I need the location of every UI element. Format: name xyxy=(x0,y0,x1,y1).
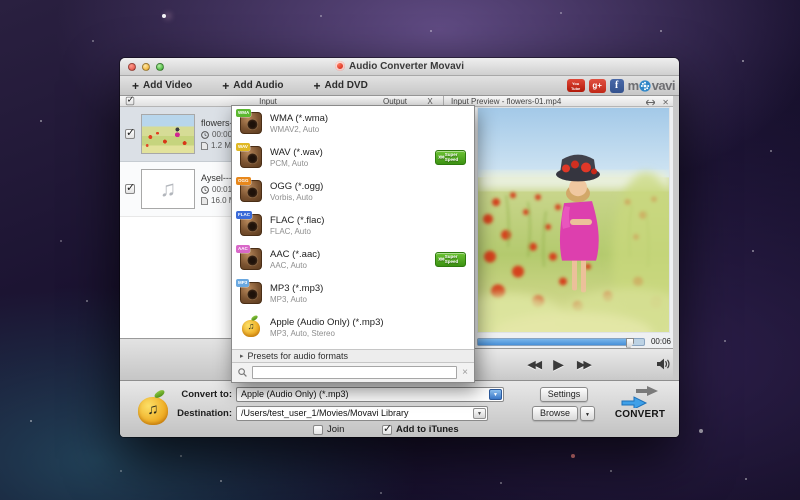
toolbar: + Add Video + Add Audio + Add DVD YouTub… xyxy=(120,76,679,96)
seek-bar[interactable] xyxy=(477,338,645,346)
chevron-down-icon: ▼ xyxy=(493,392,498,398)
audio-thumbnail: ♫ xyxy=(141,169,195,209)
search-icon xyxy=(238,368,247,377)
undock-icon[interactable] xyxy=(646,99,655,106)
convert-to-label: Convert to: xyxy=(158,389,232,400)
add-audio-button[interactable]: + Add Audio xyxy=(222,80,283,91)
audio-format-icon: FLAC xyxy=(240,214,262,236)
preset-search-row: × xyxy=(232,363,474,382)
clock-icon xyxy=(201,131,209,139)
rewind-button[interactable]: ◀◀ xyxy=(527,358,540,371)
playhead[interactable] xyxy=(626,338,634,348)
plus-icon: + xyxy=(132,81,139,91)
chevron-down-icon: ▼ xyxy=(477,411,482,417)
convert-to-field[interactable]: Apple (Audio Only) (*.mp3) ▼ xyxy=(236,387,504,402)
playback-timeline: 00:06 xyxy=(477,335,671,348)
window-title: Audio Converter Movavi xyxy=(120,61,679,72)
format-option-flac[interactable]: FLAC FLAC (*.flac)FLAC, Auto xyxy=(232,208,474,242)
desktop: Audio Converter Movavi + Add Video + Add… xyxy=(0,0,800,500)
format-option-apple-audio[interactable]: ♫ Apple (Audio Only) (*.mp3)MP3, Auto, S… xyxy=(232,310,474,344)
conversion-panel: ♫ Convert to: Apple (Audio Only) (*.mp3)… xyxy=(120,380,679,437)
browse-options-button[interactable]: ▼ xyxy=(580,406,595,421)
format-dropdown-button[interactable]: ▼ xyxy=(489,389,502,400)
checkbox[interactable] xyxy=(382,425,392,435)
audio-format-icon: AAC xyxy=(240,248,262,270)
add-video-button[interactable]: + Add Video xyxy=(132,80,192,91)
app-icon xyxy=(335,61,345,71)
music-note-icon: ♫ xyxy=(160,176,177,202)
itunes-apple-icon: ♫ xyxy=(240,316,262,338)
presets-toggle[interactable]: ▸ Presets for audio formats xyxy=(232,349,474,363)
video-preview-frame xyxy=(477,107,670,333)
app-window: Audio Converter Movavi + Add Video + Add… xyxy=(120,58,679,437)
plus-icon: + xyxy=(222,81,229,91)
movavi-reel-icon xyxy=(639,80,651,92)
format-option-ogg[interactable]: OGG OGG (*.ogg)Vorbis, Auto xyxy=(232,174,474,208)
volume-icon[interactable] xyxy=(657,358,670,370)
file-checkbox[interactable] xyxy=(125,184,135,194)
destination-dropdown-button[interactable]: ▼ xyxy=(473,408,486,419)
preview-pane: Input Preview - flowers-01.mp4 ✕ xyxy=(443,96,673,380)
video-thumbnail xyxy=(141,114,195,154)
audio-format-icon: WMA xyxy=(240,112,262,134)
preset-search-input[interactable] xyxy=(252,366,457,379)
format-option-wav[interactable]: WAV WAV (*.wav)PCM, Auto »»Super Speed xyxy=(232,140,474,174)
file-size-icon xyxy=(201,142,208,150)
destination-field[interactable]: /Users/test_user_1/Movies/Movavi Library… xyxy=(236,406,488,421)
join-checkbox[interactable]: Join xyxy=(313,424,344,435)
audio-format-icon: WAV xyxy=(240,146,262,168)
title-bar[interactable]: Audio Converter Movavi xyxy=(120,58,679,76)
audio-format-icon: OGG xyxy=(240,180,262,202)
social-links: YouTube g+ f m vavi xyxy=(567,78,675,93)
preview-header: Input Preview - flowers-01.mp4 ✕ xyxy=(444,96,673,107)
time-display: 00:06 xyxy=(647,337,671,346)
fast-forward-button[interactable]: ▶▶ xyxy=(577,358,590,371)
audio-format-icon: MP3 xyxy=(240,282,262,304)
clear-search-icon[interactable]: × xyxy=(462,367,468,378)
format-option-aac[interactable]: AAC AAC (*.aac)AAC, Auto »»Super Speed xyxy=(232,242,474,276)
facebook-icon[interactable]: f xyxy=(610,79,624,93)
clock-icon xyxy=(201,186,209,194)
superspeed-badge: »»Super Speed xyxy=(435,252,466,267)
checkbox[interactable] xyxy=(313,425,323,435)
add-to-itunes-checkbox[interactable]: Add to iTunes xyxy=(382,424,459,435)
movavi-logo[interactable]: m vavi xyxy=(628,78,675,93)
file-size-icon xyxy=(201,197,208,205)
select-all-checkbox[interactable] xyxy=(126,97,135,106)
disclosure-triangle-icon: ▸ xyxy=(240,352,244,360)
superspeed-badge: »»Super Speed xyxy=(435,150,466,165)
seek-bar-progress xyxy=(478,339,631,345)
add-dvd-button[interactable]: + Add DVD xyxy=(313,80,367,91)
file-checkbox[interactable] xyxy=(125,129,135,139)
youtube-icon[interactable]: YouTube xyxy=(567,79,585,92)
format-dropdown: WMA WMA (*.wma)WMAV2, Auto WAV WAV (*.wa… xyxy=(231,105,475,383)
chevron-down-icon: ▼ xyxy=(585,412,590,418)
convert-arrows-icon xyxy=(620,386,660,408)
convert-button[interactable]: CONVERT xyxy=(609,386,671,420)
format-option-mp3[interactable]: MP3 MP3 (*.mp3)MP3, Auto xyxy=(232,276,474,310)
googleplus-icon[interactable]: g+ xyxy=(589,79,606,93)
browse-button[interactable]: Browse xyxy=(532,406,578,421)
format-option-wma[interactable]: WMA WMA (*.wma)WMAV2, Auto xyxy=(232,106,474,140)
starfield xyxy=(0,0,2,2)
playback-controls: ◀◀ ▶ ▶▶ xyxy=(444,348,673,380)
destination-label: Destination: xyxy=(158,408,232,419)
play-button[interactable]: ▶ xyxy=(553,356,564,373)
settings-button[interactable]: Settings xyxy=(540,387,588,402)
plus-icon: + xyxy=(313,81,320,91)
